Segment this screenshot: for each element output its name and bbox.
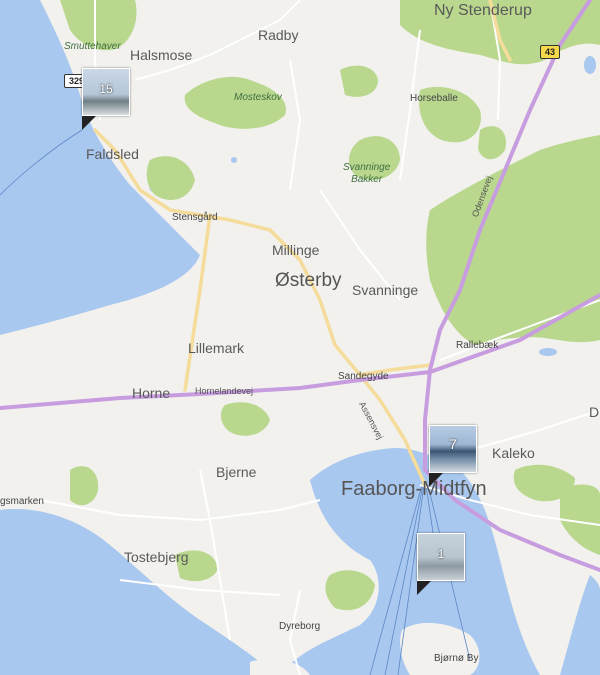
place-bjorno-by: Bjørnø By [434,653,479,664]
place-faldsled: Faldsled [86,146,139,162]
place-edge-d: D [589,404,600,420]
place-osterby: Østerby [275,270,342,291]
place-gsmarken: gsmarken [0,496,44,507]
photo-cluster[interactable]: 15 [82,68,130,130]
place-millinge: Millinge [272,242,320,258]
place-sandegyde: Sandegyde [338,371,389,382]
lake [231,157,237,163]
photo-pin-tail [417,581,431,595]
photo-cluster[interactable]: 1 [417,533,465,595]
place-stensgard: Stensgård [172,212,218,223]
place-ny-stenderup: Ny Stenderup [434,2,532,19]
place-dyreborg: Dyreborg [279,621,321,632]
place-kaleko: Kaleko [492,445,535,461]
photo-pin-tail [82,116,96,130]
photo-cluster-count: 7 [449,436,457,452]
place-rallebaek: Rallebæk [456,340,499,351]
lake [539,348,557,356]
place-faaborg-midtfyn: Faaborg-Midtfyn [341,478,487,500]
place-lillemark: Lillemark [188,340,245,356]
place-horne: Horne [132,385,171,401]
forest-smuttehaver: Smuttehaver [64,41,121,52]
place-tostebjerg: Tostebjerg [124,549,189,565]
place-radby: Radby [258,27,299,43]
forest-mosteskov: Mosteskov [234,92,282,103]
lake [584,56,596,74]
forest-svanninge-bakker-text: Svanninge Bakker [343,162,391,185]
place-bjerne: Bjerne [216,464,257,480]
photo-cluster[interactable]: 7 [429,425,477,487]
road-shield-43: 43 [540,45,561,59]
place-svanninge: Svanninge [352,282,419,298]
road-label-hornelandevej: Hornelandevej [195,386,254,396]
place-halsmose: Halsmose [130,47,193,63]
forest-svanninge-bakker: Svanninge Bakker [343,162,390,186]
place-horseballe: Horseballe [410,93,458,104]
photo-pin-tail [429,473,443,487]
photo-cluster-count: 15 [99,82,113,96]
photo-cluster-count: 1 [437,547,445,561]
